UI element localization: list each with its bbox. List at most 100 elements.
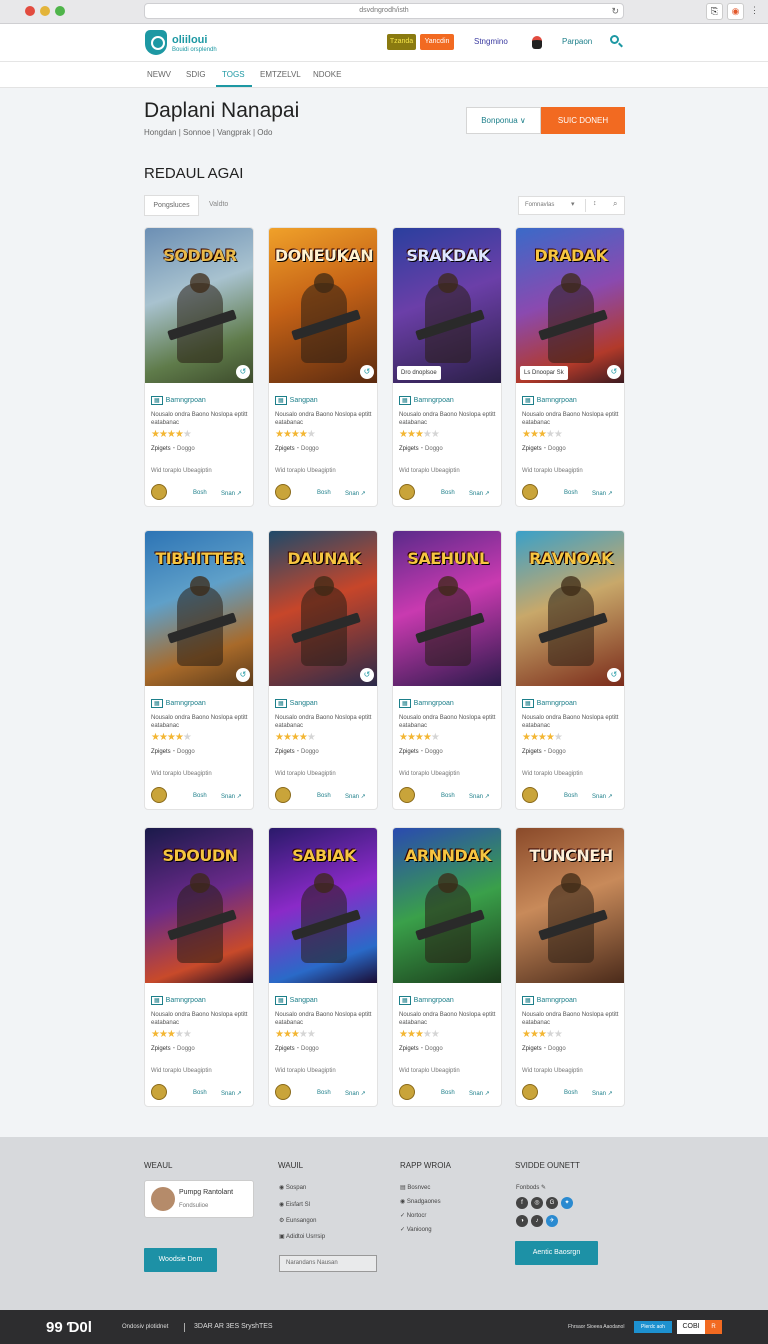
footer-col2-item-2[interactable]: ⚙ Eunsangon xyxy=(279,1217,316,1224)
card-tag[interactable]: Bamngrpoan xyxy=(414,700,454,707)
footer-col3-item-0[interactable]: ▤ Bosnvec xyxy=(400,1184,430,1191)
card-link-a[interactable]: Bosh xyxy=(441,1090,455,1096)
card-tag[interactable]: Bamngrpoan xyxy=(414,997,454,1004)
creator-avatar[interactable] xyxy=(275,787,291,803)
card-link-b[interactable]: Snan ↗ xyxy=(592,490,613,497)
social-icon-6[interactable]: ♪ xyxy=(531,1215,543,1227)
filter-chip-a[interactable]: Pongsluces xyxy=(144,195,199,216)
game-cover-art[interactable]: ARNNDAK xyxy=(393,828,501,983)
extension-icon[interactable]: ◉ xyxy=(727,3,744,20)
creator-avatar[interactable] xyxy=(522,484,538,500)
clipboard-icon[interactable]: ⎘ xyxy=(706,3,723,20)
maximize-window-button[interactable] xyxy=(55,6,65,16)
social-icon-3[interactable]: G xyxy=(546,1197,558,1209)
game-card[interactable]: DONEUKAN ↺ ▦ Sangpan Nousalo ondra Baono Nos… xyxy=(268,227,378,507)
footer-col2-item-1[interactable]: ◉ Eisfart Sl xyxy=(279,1201,310,1208)
tab-1[interactable]: SDIG xyxy=(186,70,206,79)
game-cover-art[interactable]: SDOUDN xyxy=(145,828,253,983)
tab-4[interactable]: NDOKE xyxy=(313,70,341,79)
card-tag[interactable]: Bamngrpoan xyxy=(414,397,454,404)
filter-chip-b[interactable]: Valdto xyxy=(209,201,228,208)
sort-select[interactable]: Fomnavlas ▾ ↕ ⌕ xyxy=(518,196,625,215)
social-icon-4[interactable]: ✦ xyxy=(561,1197,573,1209)
reload-icon[interactable]: ↻ xyxy=(611,4,619,18)
game-cover-art[interactable]: SRAKDAK Dro dnoplsoe xyxy=(393,228,501,383)
cover-badge-icon[interactable]: ↺ xyxy=(360,668,374,682)
creator-avatar[interactable] xyxy=(151,1084,167,1100)
card-link-a[interactable]: Bosh xyxy=(564,1090,578,1096)
card-link-b[interactable]: Snan ↗ xyxy=(345,793,366,800)
card-link-b[interactable]: Snan ↗ xyxy=(221,793,242,800)
header-button-b[interactable]: Yancdin xyxy=(420,34,454,50)
grid-search-icon[interactable]: ⌕ xyxy=(613,199,617,209)
minimize-window-button[interactable] xyxy=(40,6,50,16)
game-cover-art[interactable]: DONEUKAN ↺ xyxy=(269,228,377,383)
header-link-b[interactable]: Parpaon xyxy=(562,37,592,46)
user-avatar-icon[interactable] xyxy=(532,36,542,49)
game-cover-art[interactable]: TUNCNEH xyxy=(516,828,624,983)
footer-col2-item-0[interactable]: ◉ Sospan xyxy=(279,1184,306,1191)
footer-col3-item-2[interactable]: ✓ Nortocr xyxy=(400,1212,426,1219)
game-card[interactable]: TIBHITTER ↺ ▦ Bamngrpoan Nousalo ondra Baono… xyxy=(144,530,254,810)
card-tag[interactable]: Bamngrpoan xyxy=(166,997,206,1004)
card-link-b[interactable]: Snan ↗ xyxy=(345,490,366,497)
card-link-a[interactable]: Bosh xyxy=(193,1090,207,1096)
creator-avatar[interactable] xyxy=(522,1084,538,1100)
game-cover-art[interactable]: RAVNOAK ↺ xyxy=(516,531,624,686)
card-link-a[interactable]: Bosh xyxy=(317,490,331,496)
card-link-a[interactable]: Bosh xyxy=(441,793,455,799)
social-icon-2[interactable]: ◎ xyxy=(531,1197,543,1209)
card-link-a[interactable]: Bosh xyxy=(193,490,207,496)
footer-profile-card[interactable]: Pumpg Rantolant Fondsulioe xyxy=(144,1180,254,1218)
dropdown-button[interactable]: Bonponua ∨ xyxy=(466,107,541,134)
game-card[interactable]: SODDAR ↺ ▦ Bamngrpoan Nousalo ondra Baono No… xyxy=(144,227,254,507)
bottom-code-flag[interactable]: R xyxy=(705,1320,722,1334)
footer-col3-item-1[interactable]: ◉ Snadgaones xyxy=(400,1198,441,1205)
game-card[interactable]: RAVNOAK ↺ ▦ Bamngrpoan Nousalo ondra Baono N… xyxy=(515,530,625,810)
card-tag[interactable]: Bamngrpoan xyxy=(166,397,206,404)
tab-3[interactable]: EMTZELVL xyxy=(260,70,301,79)
card-link-a[interactable]: Bosh xyxy=(193,793,207,799)
bottom-code[interactable]: COBI xyxy=(677,1320,705,1334)
card-tag[interactable]: Sangpan xyxy=(290,397,318,404)
logo-shield-icon[interactable] xyxy=(145,30,167,55)
bottom-logo[interactable]: 99 Ɗ0l xyxy=(46,1319,92,1336)
card-link-b[interactable]: Snan ↗ xyxy=(469,490,490,497)
footer-col1-button[interactable]: Woodsie Dom xyxy=(144,1248,217,1272)
game-cover-art[interactable]: SABIAK xyxy=(269,828,377,983)
card-link-a[interactable]: Bosh xyxy=(564,490,578,496)
game-card[interactable]: DRADAK Ls Dnoopar Sk ↺ ▦ Bamngrpoan Nousalo o… xyxy=(515,227,625,507)
creator-avatar[interactable] xyxy=(399,787,415,803)
creator-avatar[interactable] xyxy=(275,1084,291,1100)
cover-badge-icon[interactable]: ↺ xyxy=(360,365,374,379)
cover-badge-icon[interactable]: ↺ xyxy=(236,365,250,379)
creator-avatar[interactable] xyxy=(522,787,538,803)
card-tag[interactable]: Bamngrpoan xyxy=(166,700,206,707)
creator-avatar[interactable] xyxy=(151,484,167,500)
card-link-b[interactable]: Snan ↗ xyxy=(221,1090,242,1097)
card-link-b[interactable]: Snan ↗ xyxy=(221,490,242,497)
footer-col3-item-3[interactable]: ✓ Vanioong xyxy=(400,1226,432,1233)
creator-avatar[interactable] xyxy=(151,787,167,803)
card-link-a[interactable]: Bosh xyxy=(317,793,331,799)
bottom-pill[interactable]: Plerdc aoh xyxy=(634,1321,672,1333)
card-link-a[interactable]: Bosh xyxy=(317,1090,331,1096)
primary-action-button[interactable]: SUIC DONEH xyxy=(541,107,625,134)
card-tag[interactable]: Sangpan xyxy=(290,997,318,1004)
game-cover-art[interactable]: DAUNAK ↺ xyxy=(269,531,377,686)
card-tag[interactable]: Bamngrpoan xyxy=(537,997,577,1004)
card-link-a[interactable]: Bosh xyxy=(564,793,578,799)
cover-badge-icon[interactable]: ↺ xyxy=(607,365,621,379)
creator-avatar[interactable] xyxy=(399,1084,415,1100)
game-card[interactable]: SDOUDN ▦ Bamngrpoan Nousalo ondra Baono Nos… xyxy=(144,827,254,1107)
cover-badge-icon[interactable]: ↺ xyxy=(236,668,250,682)
tab-2[interactable]: TOGS xyxy=(222,70,245,79)
game-cover-art[interactable]: SODDAR ↺ xyxy=(145,228,253,383)
footer-col4-button[interactable]: Aentic Baosrgn xyxy=(515,1241,598,1265)
game-card[interactable]: TUNCNEH ▦ Bamngrpoan Nousalo ondra Baono No… xyxy=(515,827,625,1107)
card-tag[interactable]: Bamngrpoan xyxy=(537,397,577,404)
cover-badge-icon[interactable]: ↺ xyxy=(607,668,621,682)
card-link-a[interactable]: Bosh xyxy=(441,490,455,496)
game-cover-art[interactable]: SAEHUNL xyxy=(393,531,501,686)
game-cover-art[interactable]: TIBHITTER ↺ xyxy=(145,531,253,686)
